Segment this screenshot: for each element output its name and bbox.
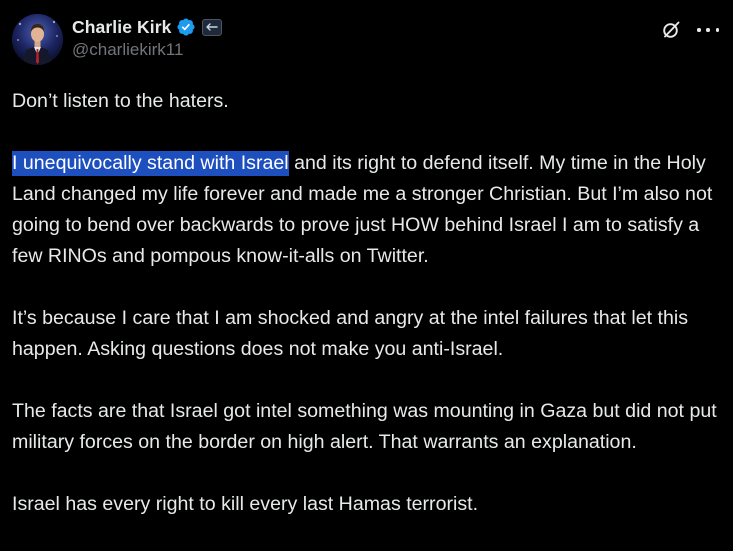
tweet-paragraph-5: Israel has every right to kill every las… (12, 493, 479, 515)
tweet-text: Don’t listen to the haters. I unequivoca… (12, 86, 724, 551)
dot (706, 28, 710, 32)
more-options-icon[interactable] (697, 20, 719, 40)
grok-icon[interactable] (661, 20, 681, 40)
avatar[interactable] (12, 14, 63, 65)
tweet-paragraph-1: Don’t listen to the haters. (12, 90, 229, 112)
tweet-header: Charlie Kirk @charliekirk11 (12, 14, 721, 66)
tweet-paragraph-3: It’s because I care that I am shocked an… (12, 307, 689, 360)
dot (715, 28, 719, 32)
avatar-photo-icon (12, 14, 63, 65)
selected-text-highlight[interactable]: I unequivocally stand with Israel (12, 151, 289, 176)
name-row: Charlie Kirk (72, 15, 223, 39)
dot (697, 28, 701, 32)
author-info: Charlie Kirk @charliekirk11 (72, 15, 223, 60)
tweet-paragraph-4: The facts are that Israel got intel some… (12, 400, 717, 453)
handle[interactable]: @charliekirk11 (72, 40, 222, 60)
display-name[interactable]: Charlie Kirk (72, 17, 171, 38)
tweet: Charlie Kirk @charliekirk11 Don’t listen… (0, 0, 733, 539)
affiliate-badge-icon[interactable] (202, 18, 223, 36)
verified-badge-icon[interactable] (176, 17, 196, 37)
tweet-paragraph-2: I unequivocally stand with Israel and it… (12, 148, 724, 272)
